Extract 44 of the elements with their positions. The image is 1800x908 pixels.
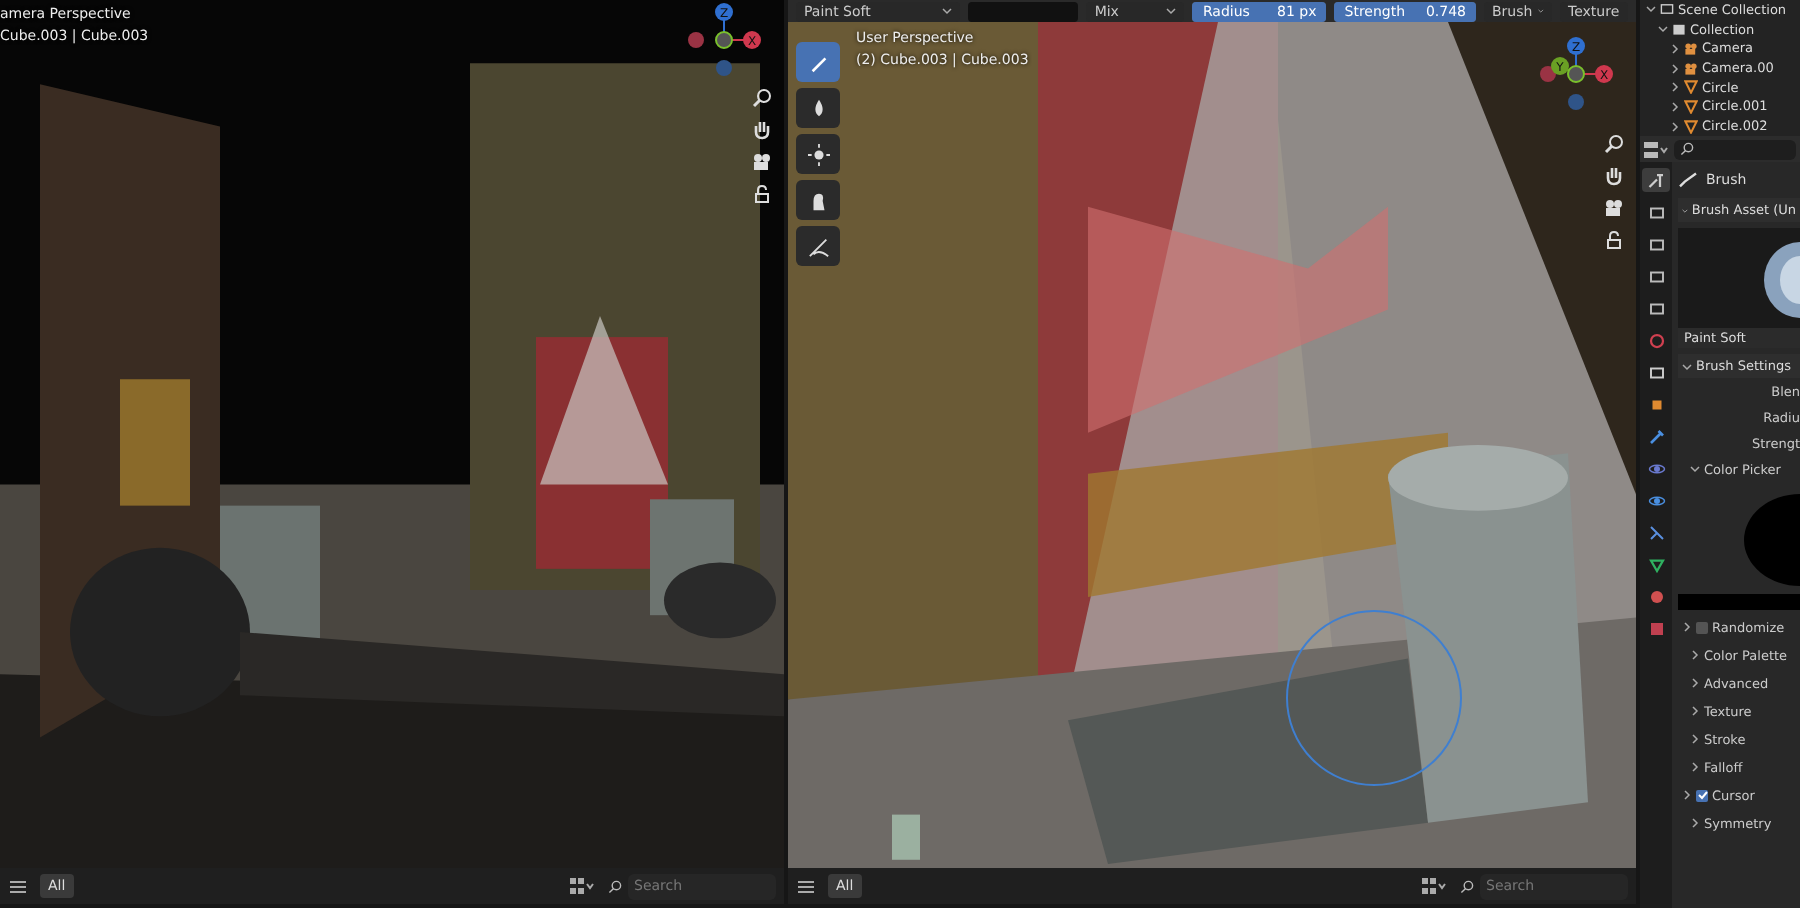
menu-icon[interactable] [8, 877, 28, 895]
chevron-icon[interactable] [1690, 762, 1700, 772]
chevron-icon[interactable] [1690, 678, 1700, 688]
chevron-icon[interactable] [1682, 361, 1692, 371]
chevron-icon[interactable] [1690, 464, 1700, 474]
object-icon [1647, 395, 1665, 413]
caret-icon[interactable] [1166, 6, 1177, 16]
color-swatch[interactable] [968, 1, 1079, 21]
chevron-icon[interactable] [1682, 790, 1692, 800]
brush-icon [1678, 172, 1698, 188]
zoom-icon[interactable] [752, 88, 772, 108]
chevron-icon[interactable] [1690, 706, 1700, 716]
tool-button[interactable] [796, 134, 840, 174]
menu-icon[interactable] [796, 877, 816, 895]
search-icon [608, 879, 622, 893]
color-wheel[interactable] [1740, 494, 1800, 586]
checkbox[interactable] [1696, 621, 1708, 633]
hand-icon[interactable] [752, 120, 772, 140]
hand-icon[interactable] [1604, 166, 1624, 186]
view-mode-icon[interactable] [568, 876, 596, 896]
camera-icon [1684, 41, 1698, 56]
zoom-icon[interactable] [1604, 134, 1624, 154]
search-field[interactable] [1674, 139, 1796, 159]
tool-button[interactable] [796, 42, 840, 82]
lock-icon[interactable] [1604, 230, 1624, 250]
box-icon [1660, 2, 1674, 17]
search-icon [1460, 879, 1474, 893]
lock-icon[interactable] [752, 184, 772, 204]
chevron-icon[interactable] [1690, 650, 1700, 660]
editor-type-icon[interactable] [1644, 141, 1668, 157]
search-icon [1680, 142, 1694, 156]
tool-button[interactable] [796, 88, 840, 128]
chevron-icon[interactable] [1690, 734, 1700, 744]
tool-tab[interactable] [1642, 168, 1670, 192]
caret-icon[interactable] [942, 6, 953, 16]
tool-button[interactable] [796, 226, 840, 266]
view-mode-icon[interactable] [1420, 876, 1448, 896]
chevron-icon[interactable] [1690, 818, 1700, 828]
camera-icon[interactable] [752, 152, 772, 172]
camera-icon [1684, 61, 1698, 76]
camera-icon[interactable] [1604, 198, 1624, 218]
checkbox[interactable] [1696, 789, 1708, 801]
chevron-icon[interactable] [1682, 622, 1692, 632]
tool-button[interactable] [796, 180, 840, 220]
